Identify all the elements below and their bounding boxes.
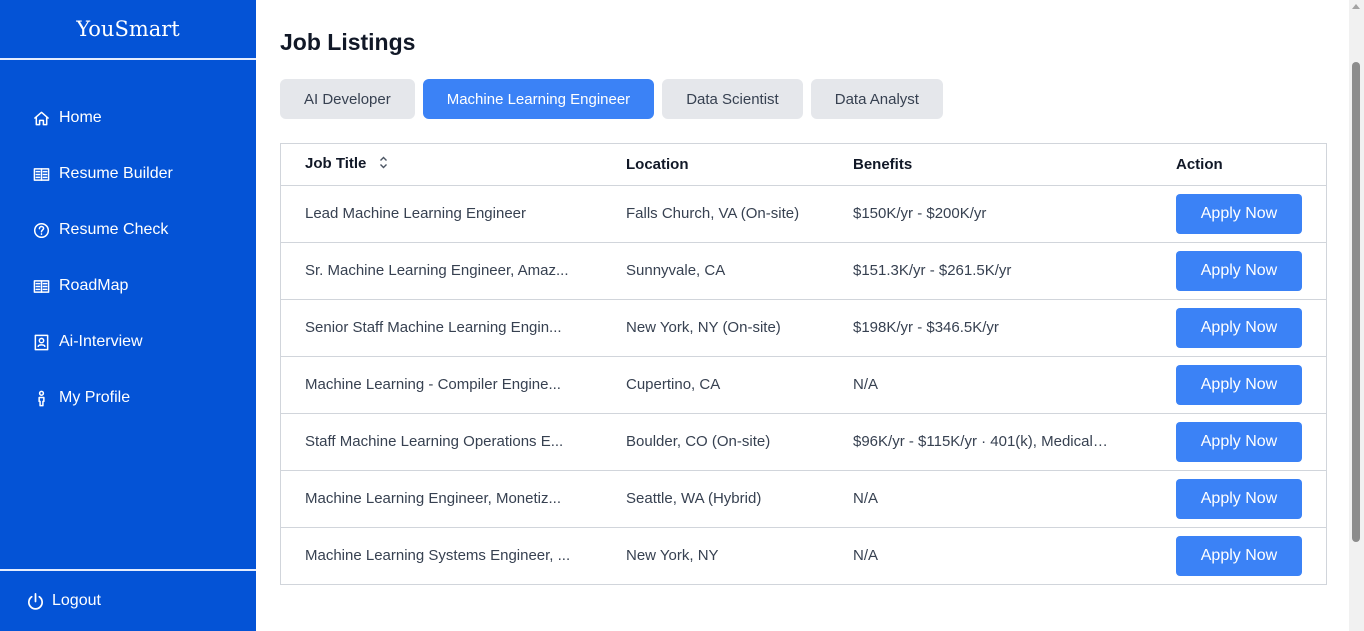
home-icon bbox=[32, 109, 50, 127]
table-row: Sr. Machine Learning Engineer, Amaz... S… bbox=[281, 241, 1326, 299]
job-title-cell: Staff Machine Learning Operations E... bbox=[281, 412, 603, 470]
sort-icon[interactable] bbox=[379, 156, 388, 173]
apply-now-button[interactable]: Apply Now bbox=[1176, 478, 1302, 519]
apply-now-button[interactable]: Apply Now bbox=[1176, 193, 1302, 234]
table-row: Staff Machine Learning Operations E... B… bbox=[281, 412, 1326, 470]
job-title-cell: Machine Learning Systems Engineer, ... bbox=[281, 526, 603, 584]
apply-now-button[interactable]: Apply Now bbox=[1176, 535, 1302, 576]
job-action-cell: Apply Now bbox=[1128, 526, 1326, 584]
portrait-icon bbox=[32, 333, 50, 351]
main-content: Job Listings AI Developer Machine Learni… bbox=[280, 0, 1327, 585]
job-benefits: $151.3K/yr - $261.5K/yr bbox=[830, 241, 1128, 299]
job-title-cell: Senior Staff Machine Learning Engin... bbox=[281, 298, 603, 356]
book-icon bbox=[32, 277, 50, 295]
tab-ai-developer[interactable]: AI Developer bbox=[280, 79, 415, 119]
job-benefits: N/A bbox=[830, 469, 1128, 527]
table-header-row: Job Title Location Benefits Action bbox=[281, 144, 1326, 185]
book-icon bbox=[32, 165, 50, 183]
scroll-up-arrow-icon[interactable] bbox=[1352, 4, 1360, 9]
logout-label: Logout bbox=[52, 592, 101, 609]
job-location: New York, NY (On-site) bbox=[603, 298, 830, 356]
vertical-scrollbar[interactable] bbox=[1349, 0, 1364, 631]
table-row: Lead Machine Learning Engineer Falls Chu… bbox=[281, 184, 1326, 242]
job-title-cell: Lead Machine Learning Engineer bbox=[281, 184, 603, 242]
job-title: Senior Staff Machine Learning Engin... bbox=[305, 319, 562, 336]
job-location: Cupertino, CA bbox=[603, 355, 830, 413]
sidebar-item-my-profile[interactable]: My Profile bbox=[0, 370, 256, 426]
person-icon bbox=[32, 389, 50, 407]
header-benefits: Benefits bbox=[853, 155, 913, 173]
job-location: New York, NY bbox=[603, 526, 830, 584]
header-location: Location bbox=[626, 155, 689, 173]
job-benefits: $198K/yr - $346.5K/yr bbox=[830, 298, 1128, 356]
help-circle-icon bbox=[32, 221, 50, 239]
job-location: Seattle, WA (Hybrid) bbox=[603, 469, 830, 527]
header-job-title[interactable]: Job Title bbox=[281, 144, 603, 185]
sidebar-item-resume-check[interactable]: Resume Check bbox=[0, 202, 256, 258]
header-action: Action bbox=[1176, 155, 1223, 173]
apply-now-button[interactable]: Apply Now bbox=[1176, 307, 1302, 348]
sidebar-nav: Home Resume Builder Resume Check RoadMap… bbox=[0, 90, 256, 426]
tab-data-analyst[interactable]: Data Analyst bbox=[810, 79, 943, 119]
apply-now-button[interactable]: Apply Now bbox=[1176, 250, 1302, 291]
job-location: Sunnyvale, CA bbox=[603, 241, 830, 299]
job-action-cell: Apply Now bbox=[1128, 469, 1326, 527]
sidebar-item-home[interactable]: Home bbox=[0, 90, 256, 146]
power-icon bbox=[25, 591, 45, 611]
sidebar: YouSmart Home Resume Builder Resume Chec… bbox=[0, 0, 256, 631]
job-title: Machine Learning - Compiler Engine... bbox=[305, 376, 561, 393]
job-benefits: $96K/yr - $115K/yr · 401(k), Medical, ..… bbox=[830, 412, 1128, 470]
tab-data-scientist[interactable]: Data Scientist bbox=[662, 79, 803, 119]
job-title: Machine Learning Engineer, Monetiz... bbox=[305, 490, 561, 507]
sidebar-item-label: Resume Builder bbox=[59, 165, 173, 182]
sidebar-item-resume-builder[interactable]: Resume Builder bbox=[0, 146, 256, 202]
job-location: Falls Church, VA (On-site) bbox=[603, 184, 830, 242]
sidebar-item-label: RoadMap bbox=[59, 277, 129, 294]
sidebar-item-ai-interview[interactable]: Ai-Interview bbox=[0, 314, 256, 370]
header-job-title-label: Job Title bbox=[305, 155, 367, 173]
table-row: Machine Learning Engineer, Monetiz... Se… bbox=[281, 469, 1326, 527]
job-benefits: N/A bbox=[830, 355, 1128, 413]
job-title: Sr. Machine Learning Engineer, Amaz... bbox=[305, 262, 569, 279]
sidebar-item-label: Home bbox=[59, 109, 102, 126]
apply-now-button[interactable]: Apply Now bbox=[1176, 421, 1302, 462]
job-title-cell: Machine Learning - Compiler Engine... bbox=[281, 355, 603, 413]
job-title: Machine Learning Systems Engineer, ... bbox=[305, 547, 571, 565]
brand-logo: YouSmart bbox=[0, 0, 256, 60]
job-action-cell: Apply Now bbox=[1128, 298, 1326, 356]
job-table: Job Title Location Benefits Action Lead … bbox=[280, 143, 1327, 585]
sidebar-item-roadmap[interactable]: RoadMap bbox=[0, 258, 256, 314]
table-row: Senior Staff Machine Learning Engin... N… bbox=[281, 298, 1326, 356]
job-title-cell: Machine Learning Engineer, Monetiz... bbox=[281, 469, 603, 527]
job-title: Staff Machine Learning Operations E... bbox=[305, 433, 564, 450]
logout-button[interactable]: Logout bbox=[0, 569, 256, 631]
sidebar-item-label: Ai-Interview bbox=[59, 333, 143, 350]
job-title: Lead Machine Learning Engineer bbox=[305, 205, 526, 222]
apply-now-button[interactable]: Apply Now bbox=[1176, 364, 1302, 405]
tab-machine-learning-engineer[interactable]: Machine Learning Engineer bbox=[422, 79, 655, 119]
job-action-cell: Apply Now bbox=[1128, 184, 1326, 242]
job-action-cell: Apply Now bbox=[1128, 355, 1326, 413]
job-action-cell: Apply Now bbox=[1128, 412, 1326, 470]
table-row: Machine Learning - Compiler Engine... Cu… bbox=[281, 355, 1326, 413]
job-title-cell: Sr. Machine Learning Engineer, Amaz... bbox=[281, 241, 603, 299]
sidebar-item-label: My Profile bbox=[59, 389, 131, 406]
scrollbar-thumb[interactable] bbox=[1352, 62, 1360, 542]
category-tabs: AI Developer Machine Learning Engineer D… bbox=[280, 79, 1327, 119]
job-action-cell: Apply Now bbox=[1128, 241, 1326, 299]
job-location: Boulder, CO (On-site) bbox=[603, 412, 830, 470]
sidebar-item-label: Resume Check bbox=[59, 221, 169, 238]
job-benefits: N/A bbox=[830, 526, 1128, 584]
table-row: Machine Learning Systems Engineer, ... N… bbox=[281, 526, 1326, 584]
page-title: Job Listings bbox=[280, 29, 416, 55]
job-benefits: $150K/yr - $200K/yr bbox=[830, 184, 1128, 242]
